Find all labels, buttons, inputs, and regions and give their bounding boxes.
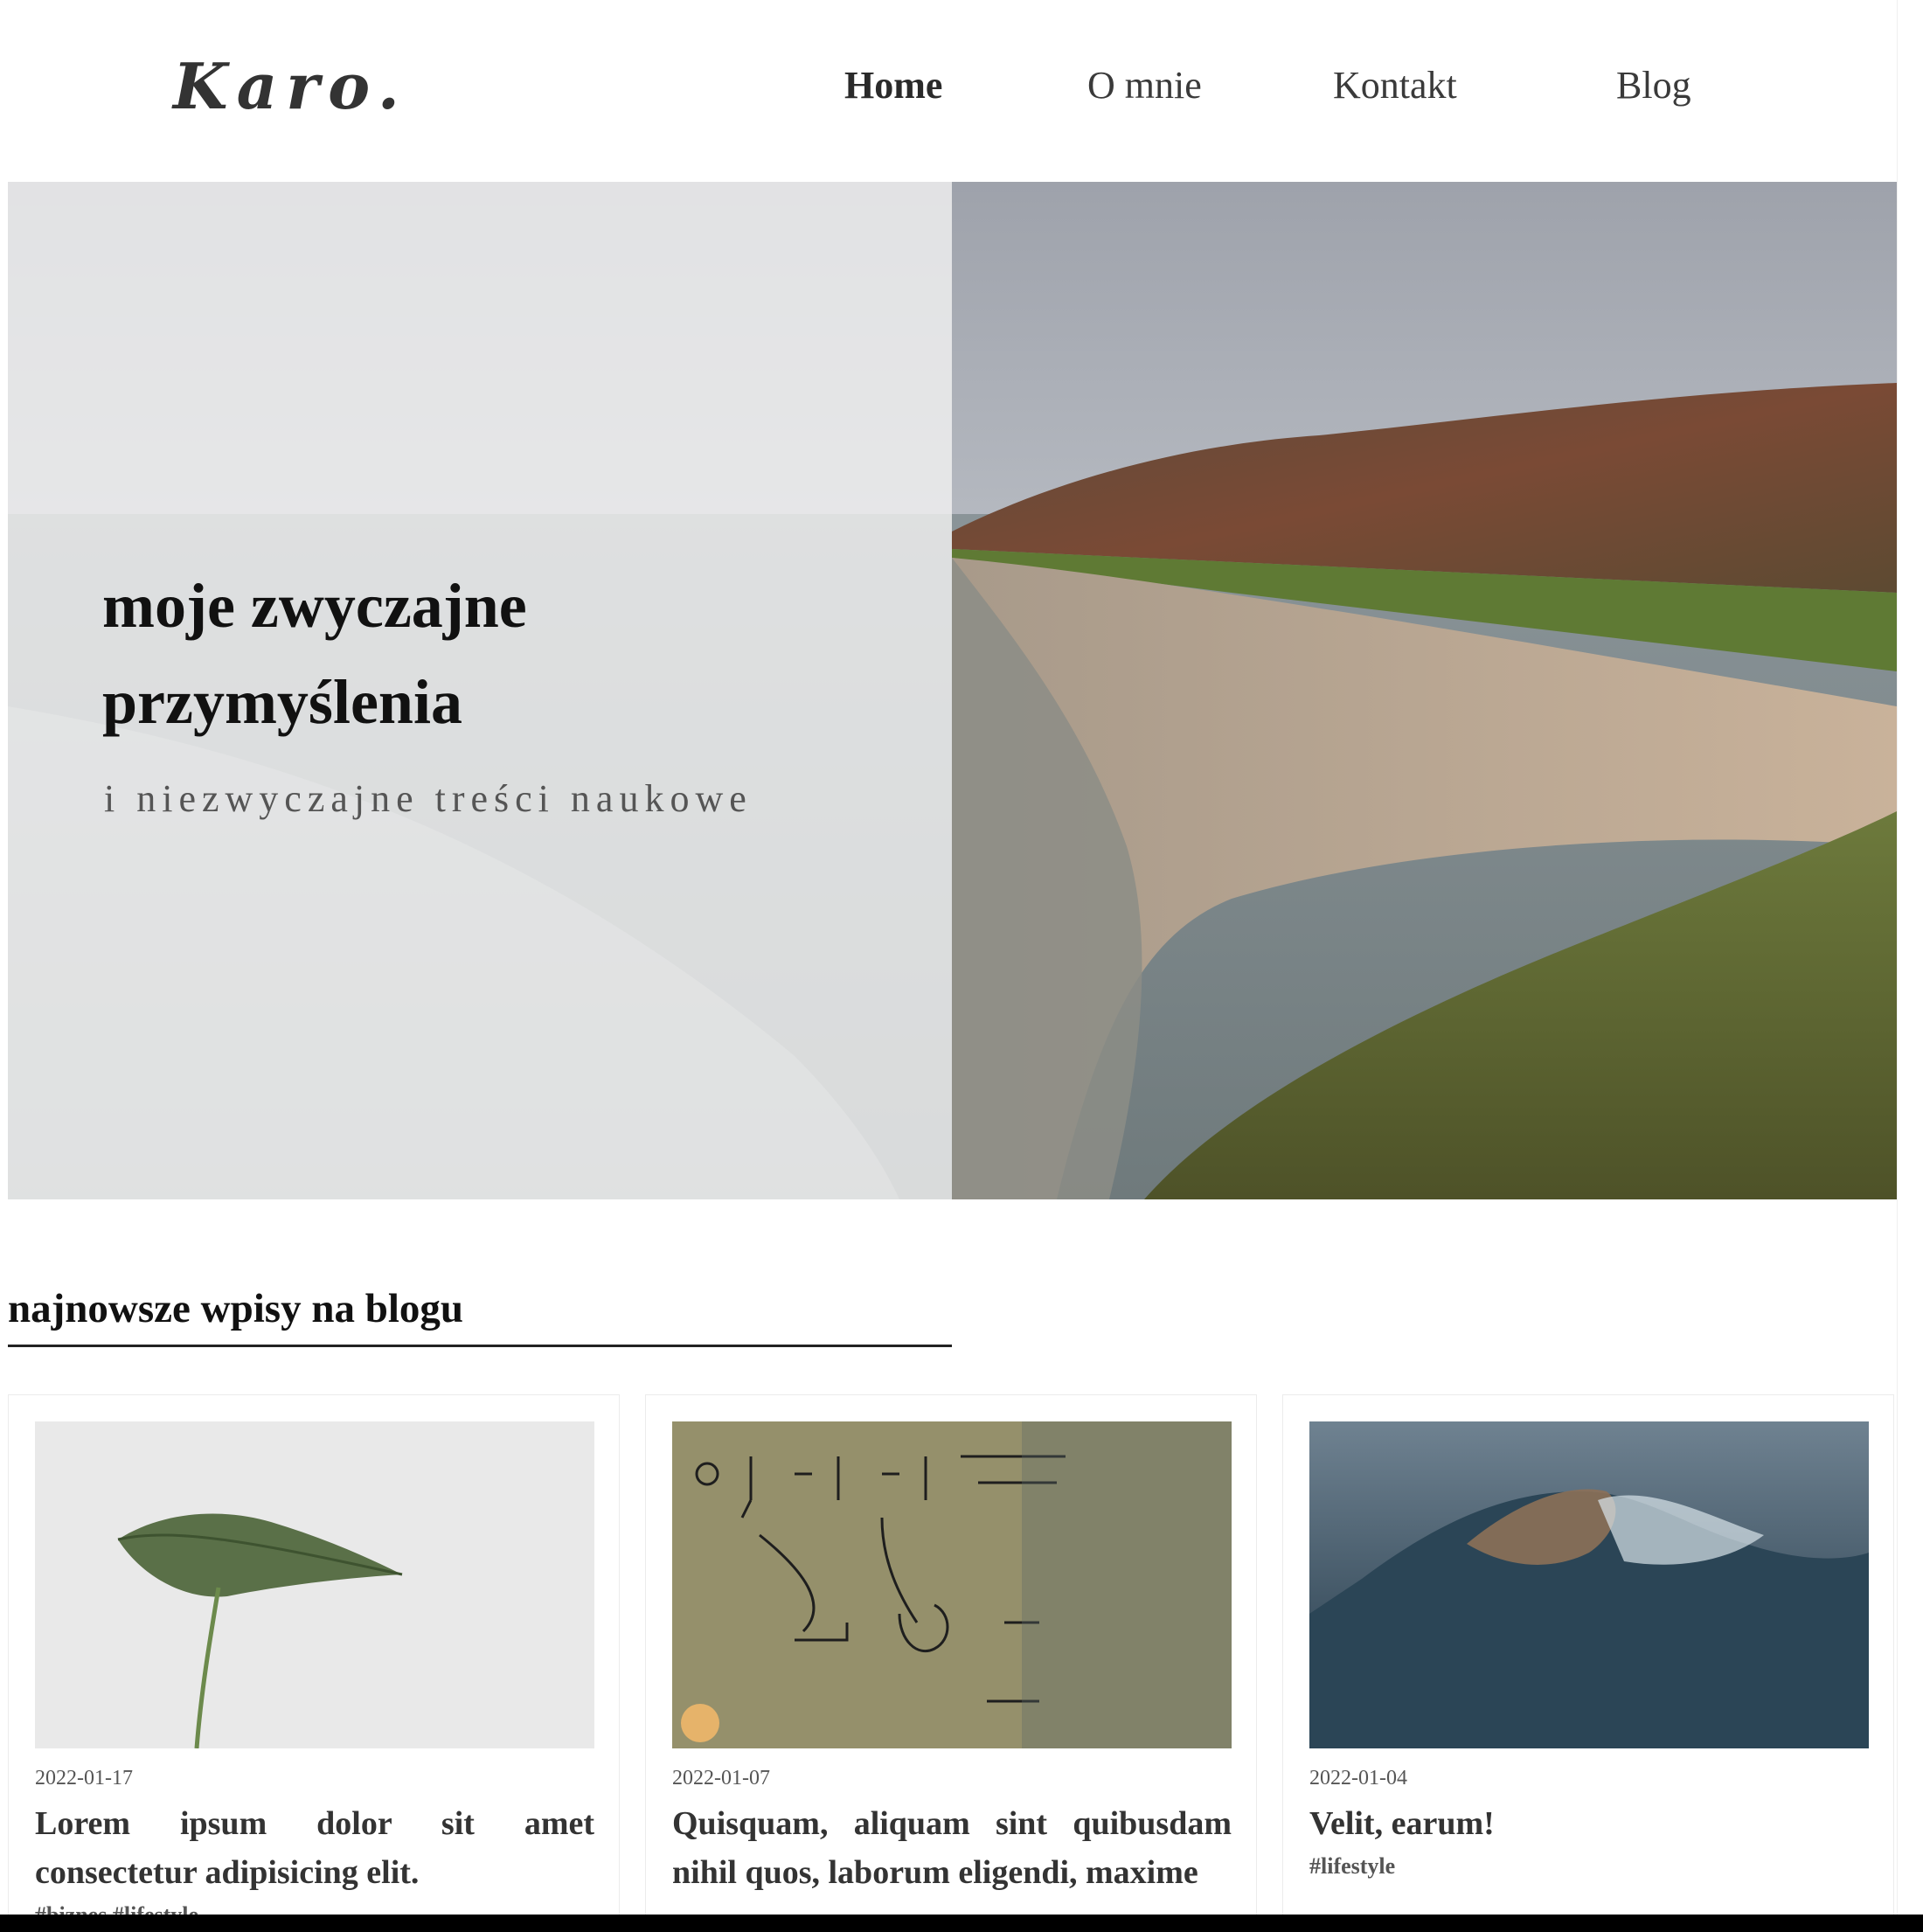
blog-card-title[interactable]: Quisquam, aliquam sint quibusdam nihil q… [672,1799,1232,1897]
hero-subtitle: i niezwyczajne treści naukowe [104,777,753,820]
nav-contact[interactable]: Kontakt [1333,63,1457,108]
leaf-photo [35,1421,594,1748]
blog-card-image[interactable] [672,1421,1232,1748]
nav-home[interactable]: Home [844,63,942,108]
blog-card-title[interactable]: Velit, earum! [1309,1799,1869,1848]
site-header: Karo. Home O mnie Kontakt Blog [0,0,1897,175]
vertical-scrollbar[interactable] [1897,0,1923,1915]
hero-title: moje zwyczajne przymyślenia [102,558,889,750]
latest-posts-heading: najnowsze wpisy na blogu [8,1285,952,1347]
main-nav: Home O mnie Kontakt Blog [0,63,1897,115]
blog-card[interactable]: 2022-01-17 Lorem ipsum dolor sit amet co… [8,1394,620,1932]
blog-cards: 2022-01-17 Lorem ipsum dolor sit amet co… [8,1394,1897,1932]
hero-title-line1: moje zwyczajne [102,571,527,641]
lab-whiteboard-photo [672,1421,1232,1748]
blog-card-date: 2022-01-17 [35,1767,133,1790]
blog-card[interactable]: 2022-01-07 Quisquam, aliquam sint quibus… [645,1394,1257,1932]
nav-blog[interactable]: Blog [1616,63,1691,108]
blog-card-date: 2022-01-07 [672,1767,770,1790]
blog-card[interactable]: 2022-01-04 Velit, earum! #lifestyle [1282,1394,1894,1932]
page: Karo. Home O mnie Kontakt Blog moje zwyc… [0,0,1923,1932]
bottom-bar [0,1915,1923,1932]
wave-photo [1309,1421,1869,1748]
blog-card-tags[interactable]: #lifestyle [1309,1853,1395,1880]
blog-card-date: 2022-01-04 [1309,1767,1407,1790]
nav-about[interactable]: O mnie [1087,63,1202,108]
blog-card-title[interactable]: Lorem ipsum dolor sit amet consectetur a… [35,1799,594,1897]
blog-card-image[interactable] [35,1421,594,1748]
blog-card-image[interactable] [1309,1421,1869,1748]
hero-banner: moje zwyczajne przymyślenia i niezwyczaj… [8,182,1897,1199]
hero-title-line2: przymyślenia [102,667,462,737]
